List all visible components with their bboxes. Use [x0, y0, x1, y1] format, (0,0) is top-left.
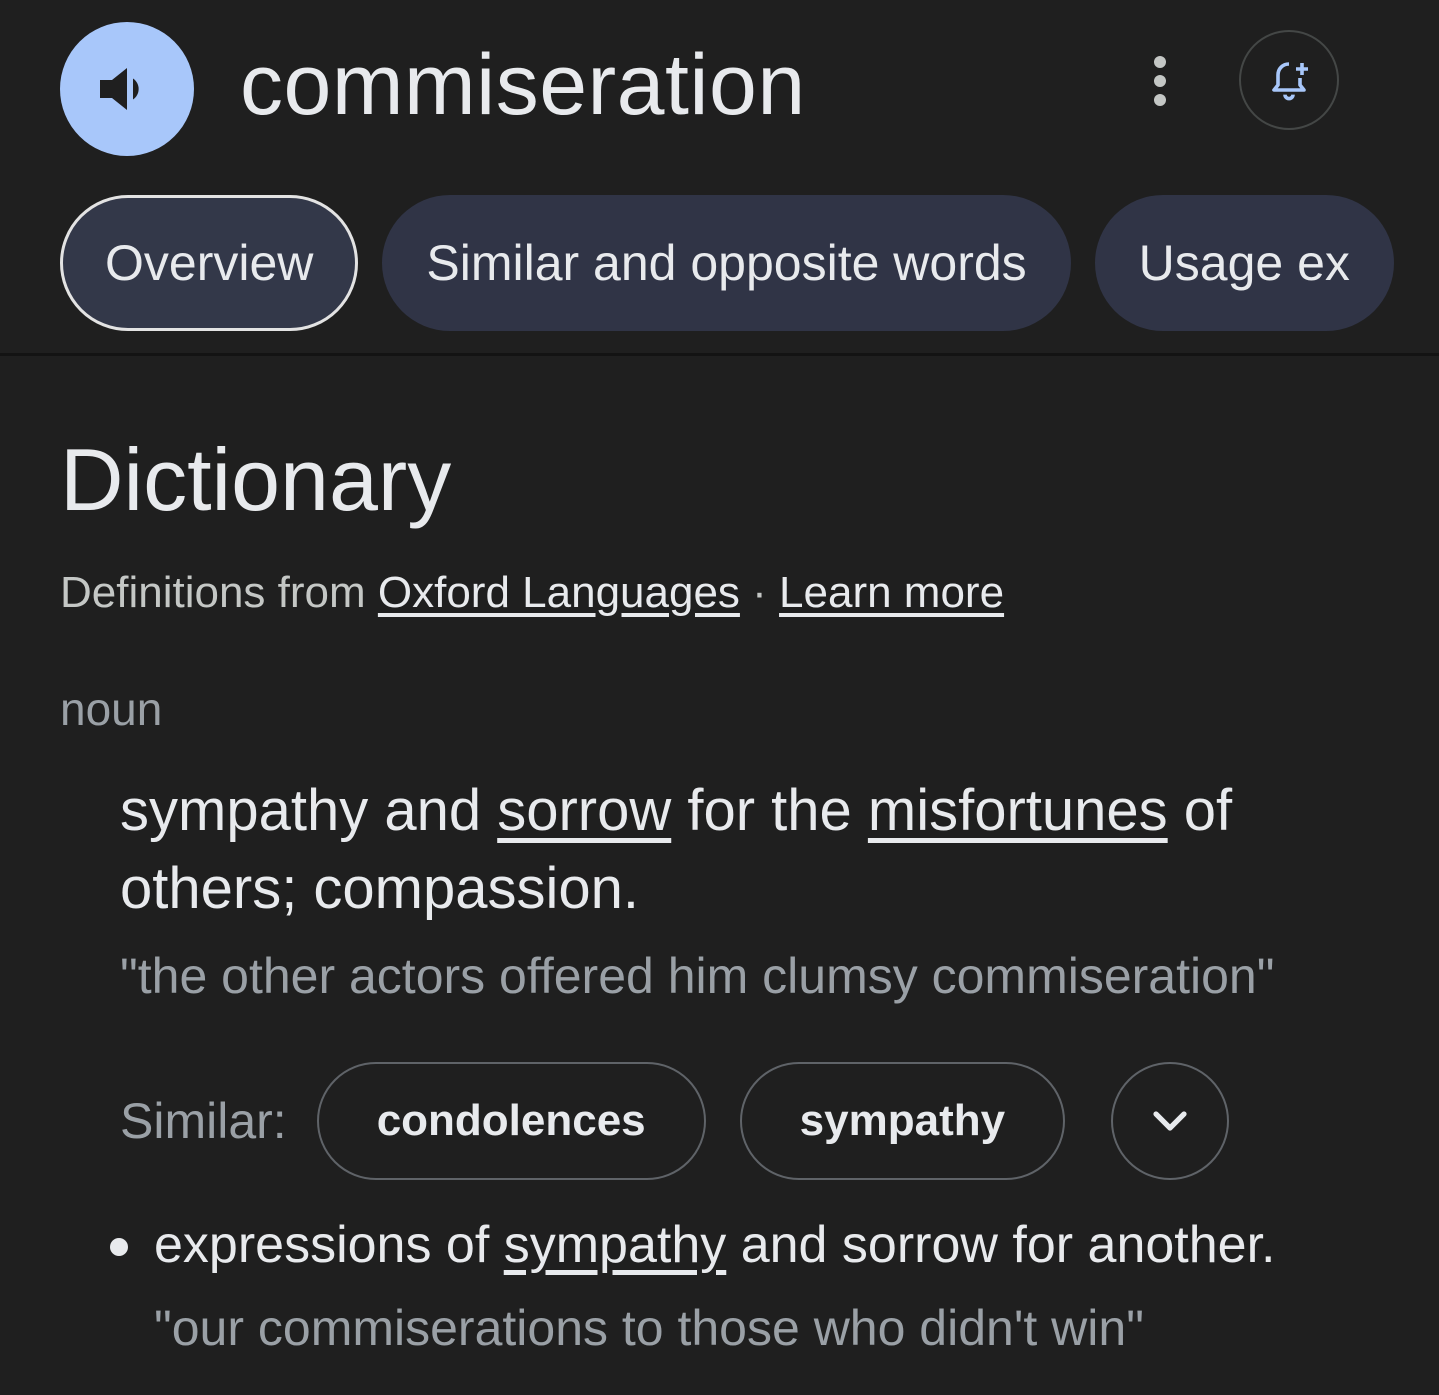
add-alert-button[interactable]: [1239, 30, 1339, 130]
sub-definition-text: expressions of sympathy and sorrow for a…: [154, 1212, 1275, 1278]
expand-similar-button[interactable]: [1111, 1062, 1230, 1180]
chevron-down-icon: [1153, 1111, 1187, 1131]
word-title: commiseration: [240, 37, 806, 133]
sorrow-link[interactable]: sorrow: [497, 778, 671, 843]
oxford-languages-link[interactable]: Oxford Languages: [378, 568, 740, 617]
sub-definition-part: and sorrow for another.: [726, 1216, 1276, 1274]
similar-chip-sympathy[interactable]: sympathy: [739, 1062, 1066, 1180]
source-line: Definitions from Oxford Languages · Lear…: [60, 566, 1004, 620]
header-bar: commiseration Overview Similar and oppos…: [0, 0, 1439, 356]
similar-label: Similar:: [120, 1093, 287, 1149]
sub-definition: expressions of sympathy and sorrow for a…: [110, 1212, 1275, 1278]
part-of-speech: noun: [60, 683, 163, 735]
definition: sympathy and sorrow for the misfortunes …: [120, 772, 1380, 928]
source-prefix: Definitions from: [60, 568, 378, 617]
definition-text: sympathy and: [120, 778, 498, 843]
tab-usage-examples[interactable]: Usage ex: [1094, 195, 1394, 331]
similar-chip-condolences[interactable]: condolences: [316, 1062, 706, 1180]
example-sentence: "the other actors offered him clumsy com…: [120, 948, 1275, 1004]
tab-strip: Overview Similar and opposite words Usag…: [60, 195, 1394, 331]
add-alert-icon: [1272, 62, 1308, 101]
separator: ·: [739, 568, 780, 617]
tab-similar-opposite[interactable]: Similar and opposite words: [382, 195, 1071, 331]
similar-words-row: Similar: condolences sympathy: [120, 1061, 1230, 1181]
volume-icon: [100, 68, 139, 110]
tab-overview[interactable]: Overview: [60, 195, 359, 331]
sub-example-sentence: "our commiserations to those who didn't …: [154, 1300, 1144, 1356]
sympathy-link[interactable]: sympathy: [504, 1216, 727, 1274]
more-options-button[interactable]: [1130, 45, 1190, 117]
bullet-icon: [110, 1238, 128, 1256]
more-vert-icon: [1154, 56, 1166, 68]
sub-definition-part: expressions of: [154, 1216, 504, 1274]
misfortunes-link[interactable]: misfortunes: [868, 778, 1168, 843]
section-title: Dictionary: [60, 430, 452, 529]
learn-more-link[interactable]: Learn more: [779, 568, 1004, 617]
definition-text: for the: [671, 778, 868, 843]
pronunciation-button[interactable]: [60, 22, 194, 156]
